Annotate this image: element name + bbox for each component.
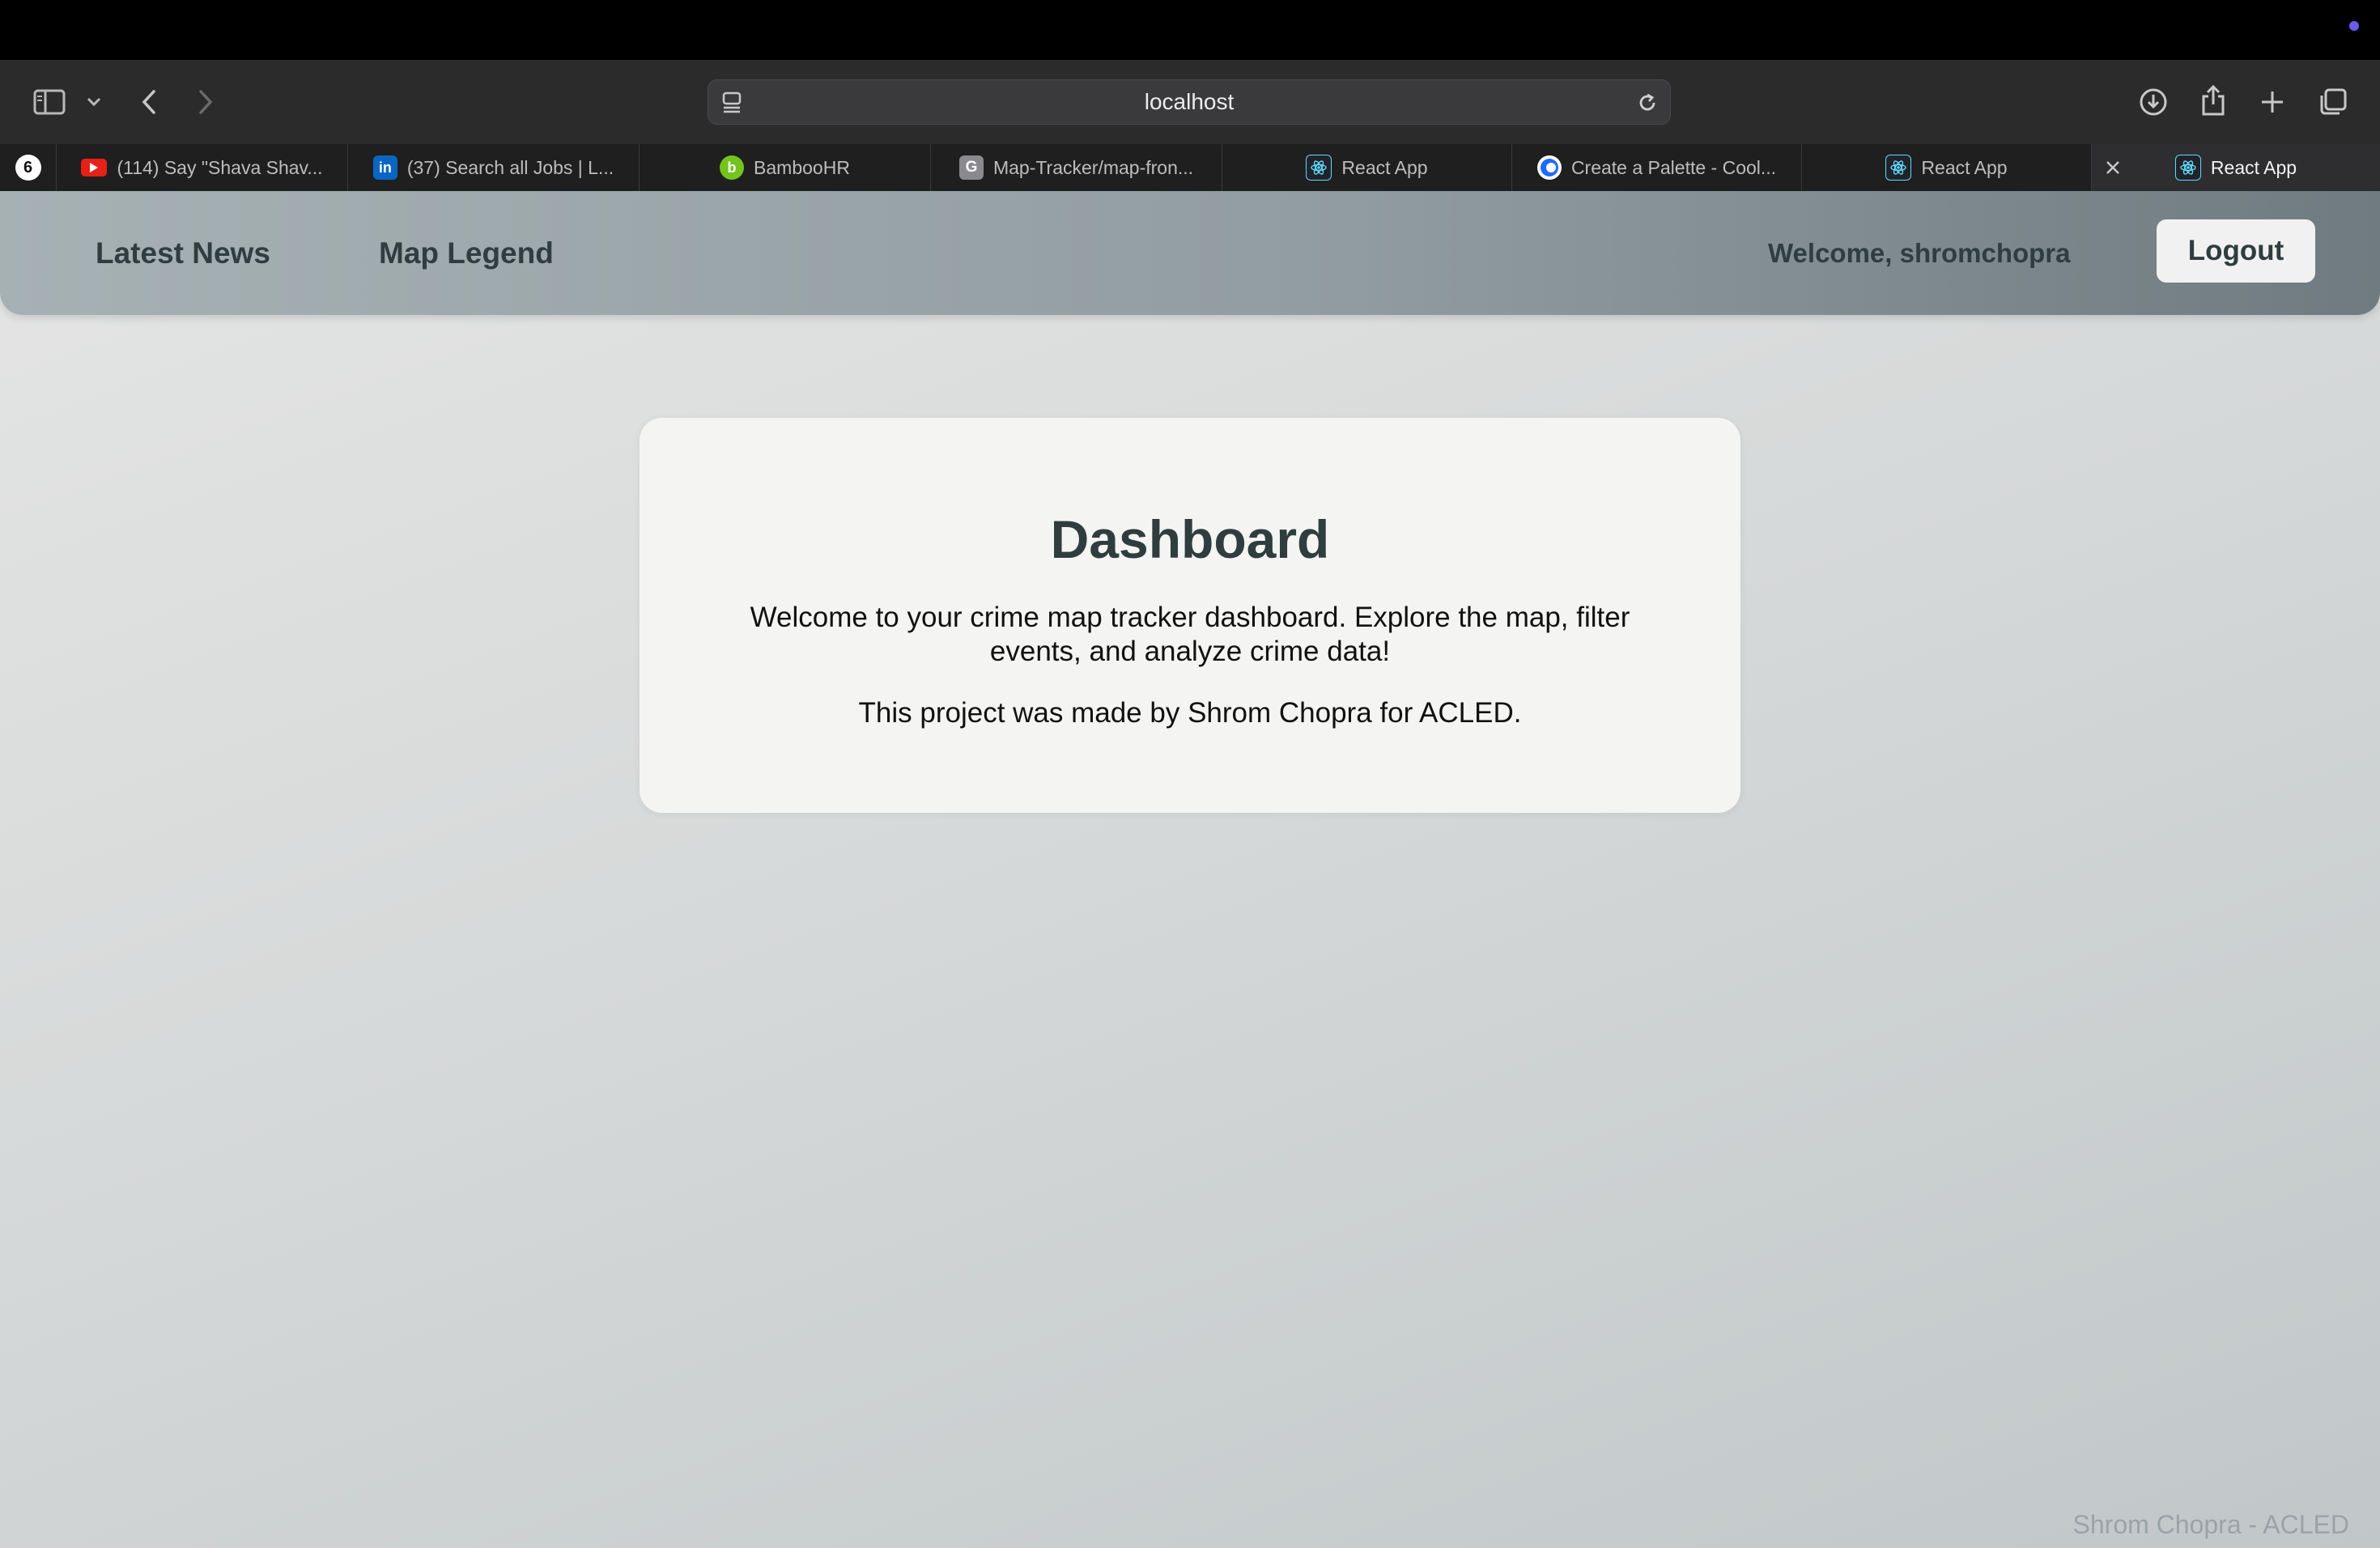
react-icon xyxy=(1885,155,1912,181)
tab-overview-icon[interactable] xyxy=(2317,84,2349,120)
tab-react-app-active[interactable]: React App xyxy=(2092,144,2380,191)
tab-title: BambooHR xyxy=(754,156,850,178)
tab-youtube[interactable]: (114) Say "Shava Shav... xyxy=(57,144,348,191)
address-bar[interactable]: localhost xyxy=(708,79,1671,125)
tab-title: (37) Search all Jobs | L... xyxy=(406,156,614,178)
sidebar-toggle-icon[interactable] xyxy=(31,84,68,120)
credit-text: This project was made by Shrom Chopra fo… xyxy=(858,697,1522,729)
tab-title: React App xyxy=(2210,156,2297,178)
reload-icon[interactable] xyxy=(1634,90,1660,116)
tab-coolors[interactable]: Create a Palette - Cool... xyxy=(1512,144,1802,191)
footer-credit: Shrom Chopra - ACLED xyxy=(2072,1510,2349,1539)
nav-map-legend[interactable]: Map Legend xyxy=(379,191,554,315)
downloads-icon[interactable] xyxy=(2137,84,2170,120)
logout-button[interactable]: Logout xyxy=(2157,219,2315,283)
pinned-site-icon: 6 xyxy=(15,155,41,181)
react-icon xyxy=(2174,155,2201,181)
nav-latest-news[interactable]: Latest News xyxy=(96,191,270,315)
url-text[interactable]: localhost xyxy=(708,80,1670,124)
tab-title: Create a Palette - Cool... xyxy=(1570,156,1777,178)
tab-react-app-2[interactable]: React App xyxy=(1802,144,2092,191)
github-g-icon: G xyxy=(958,155,984,180)
share-icon[interactable] xyxy=(2197,81,2229,120)
browser-toolbar: localhost xyxy=(0,60,2380,144)
tab-bar: 6 (114) Say "Shava Shav... in (37) Searc… xyxy=(0,144,2380,192)
tab-bamboohr[interactable]: b BambooHR xyxy=(640,144,931,191)
react-icon xyxy=(1306,155,1332,181)
new-tab-icon[interactable] xyxy=(2257,86,2288,118)
youtube-icon xyxy=(81,159,108,176)
app-page: Latest News Map Legend Welcome, shromcho… xyxy=(0,191,2380,1548)
dashboard-card: Dashboard Welcome to your crime map trac… xyxy=(640,418,1740,813)
bamboohr-icon: b xyxy=(720,155,745,180)
page-title: Dashboard xyxy=(1050,509,1330,569)
system-menu-bar xyxy=(0,0,2380,60)
tab-title: React App xyxy=(1341,156,1428,178)
back-icon[interactable] xyxy=(134,84,164,120)
tab-title: (114) Say "Shava Shav... xyxy=(117,156,323,178)
chevron-down-icon[interactable] xyxy=(83,91,105,113)
pinned-tab[interactable]: 6 xyxy=(0,144,57,191)
coolors-icon xyxy=(1536,155,1562,180)
forward-icon[interactable] xyxy=(191,84,220,120)
tab-title: React App xyxy=(1921,156,2008,178)
close-tab-icon[interactable] xyxy=(2103,158,2123,177)
tab-linkedin[interactable]: in (37) Search all Jobs | L... xyxy=(348,144,640,191)
app-navbar: Latest News Map Legend Welcome, shromcho… xyxy=(0,191,2380,315)
intro-text: Welcome to your crime map tracker dashbo… xyxy=(750,602,1630,667)
status-dot xyxy=(2349,21,2359,31)
welcome-message: Welcome, shromchopra xyxy=(1768,237,2071,268)
linkedin-icon: in xyxy=(372,155,397,180)
tab-github[interactable]: G Map-Tracker/map-fron... xyxy=(931,144,1222,191)
tab-react-app-1[interactable]: React App xyxy=(1222,144,1512,191)
tab-title: Map-Tracker/map-fron... xyxy=(992,156,1194,178)
